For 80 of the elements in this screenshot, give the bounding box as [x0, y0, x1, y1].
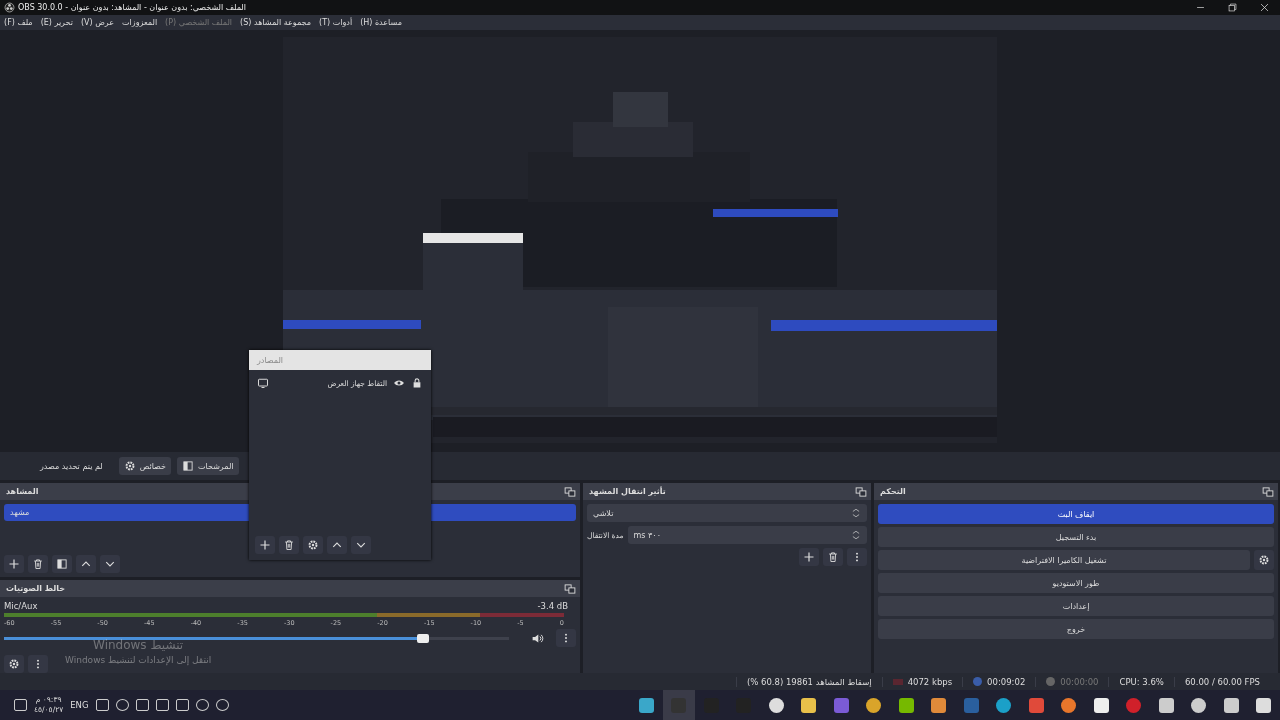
dropdown-arrows-icon — [851, 508, 861, 518]
control-button[interactable]: ايقاف البث — [878, 504, 1274, 524]
channel-menu-button[interactable] — [556, 629, 576, 647]
stream-icon — [973, 677, 983, 686]
undock-icon[interactable] — [1262, 485, 1274, 498]
move-down-button[interactable] — [351, 536, 371, 554]
dock-title: خالط الصوتيات — [6, 584, 66, 593]
language-indicator[interactable]: ENG — [70, 700, 89, 710]
record-icon — [1046, 677, 1056, 686]
properties-button[interactable]: خصائص — [118, 457, 171, 475]
settings-button[interactable] — [1254, 550, 1274, 570]
menu-item[interactable]: مجموعة المشاهد (S) — [240, 18, 312, 27]
menu-item[interactable]: ملف (F) — [4, 18, 33, 27]
speaker-icon[interactable] — [531, 631, 544, 645]
filter-icon — [56, 558, 68, 570]
restore-icon — [1226, 2, 1238, 13]
trash-icon — [32, 558, 44, 570]
source-settings-button[interactable] — [303, 536, 323, 554]
dock-title: تأثير انتقال المشهد — [589, 487, 666, 496]
volume-slider[interactable] — [4, 636, 509, 640]
control-button[interactable]: تشغيل الكاميرا الافتراضية — [878, 550, 1250, 570]
bitrate: 4072 kbps — [907, 676, 953, 687]
trash-icon — [827, 551, 839, 563]
no-source-label: لم يتم تحديد مصدر — [40, 461, 103, 471]
settings-icon — [307, 539, 319, 551]
control-button[interactable]: إعدادات — [878, 596, 1274, 616]
move-up-button[interactable] — [327, 536, 347, 554]
close-icon — [1258, 2, 1270, 13]
record-time: 00:00:00 — [1060, 676, 1099, 687]
app-logo-icon — [4, 2, 15, 13]
channel-name: Mic/Aux — [4, 601, 38, 611]
add-button[interactable] — [4, 555, 24, 573]
remove-button[interactable] — [28, 555, 48, 573]
mixer-settings-button[interactable] — [4, 655, 24, 673]
activation-title: تنشيط Windows — [93, 638, 184, 652]
lock-icon[interactable] — [411, 377, 423, 389]
undock-icon[interactable] — [564, 582, 576, 595]
move-down-button[interactable] — [100, 555, 120, 573]
fps-reading: 60.00 / 60.00 FPS — [1173, 676, 1270, 687]
filter-icon — [182, 460, 194, 472]
dock-title: المشاهد — [6, 487, 39, 496]
menu-item[interactable]: المعزوزات — [122, 18, 158, 27]
filters-button[interactable]: المرشحات — [177, 457, 239, 475]
remove-button[interactable] — [279, 536, 299, 554]
undock-icon[interactable] — [564, 485, 576, 498]
dock-title: التحكم — [880, 487, 906, 496]
plus-icon — [259, 539, 271, 551]
add-button[interactable] — [799, 548, 819, 566]
window-title: الملف الشخصي: بدون عنوان - المشاهد: بدون عنوان - OBS 30.0.0 — [18, 3, 246, 12]
control-button[interactable]: طور الاستوديو — [878, 573, 1274, 593]
add-button[interactable] — [255, 536, 275, 554]
dropped-frames: إسقاط المشاهد 19861 (60.8 %) — [735, 676, 882, 687]
mixer-menu-button[interactable] — [28, 655, 48, 673]
sources-title: المصادر — [257, 355, 284, 365]
settings-icon — [123, 460, 136, 472]
volume-reading: -3.4 dB — [537, 601, 568, 611]
plus-icon — [803, 551, 815, 563]
plus-icon — [8, 558, 20, 570]
transition-select[interactable]: تلاشي — [587, 504, 867, 522]
menu-item[interactable]: مساعدة (H) — [360, 18, 402, 27]
menu-item[interactable]: عرض (V) — [80, 18, 115, 27]
slider-thumb[interactable] — [417, 633, 430, 643]
filters-button[interactable] — [52, 555, 72, 573]
cpu-usage: CPU: 3.6% — [1108, 676, 1174, 687]
settings-icon — [1258, 554, 1270, 566]
settings-icon — [8, 658, 20, 670]
menu-item[interactable]: تحرير (E) — [40, 18, 73, 27]
activation-hint: انتقل إلى الإعدادات لتنشيط Windows — [65, 655, 212, 665]
spinner-arrows-icon — [851, 530, 861, 540]
control-button[interactable]: بدء التسجيل — [878, 527, 1274, 547]
monitor-icon — [257, 377, 269, 389]
stream-time: 00:09:02 — [987, 676, 1026, 687]
undock-icon[interactable] — [855, 485, 867, 498]
control-button[interactable]: خروج — [878, 619, 1274, 639]
trash-icon — [283, 539, 295, 551]
menu-item[interactable]: أدوات (T) — [319, 18, 353, 27]
move-up-button[interactable] — [76, 555, 96, 573]
duration-field[interactable]: ٣٠٠ ms — [627, 526, 867, 544]
remove-button[interactable] — [823, 548, 843, 566]
transition-menu-button[interactable] — [847, 548, 867, 566]
